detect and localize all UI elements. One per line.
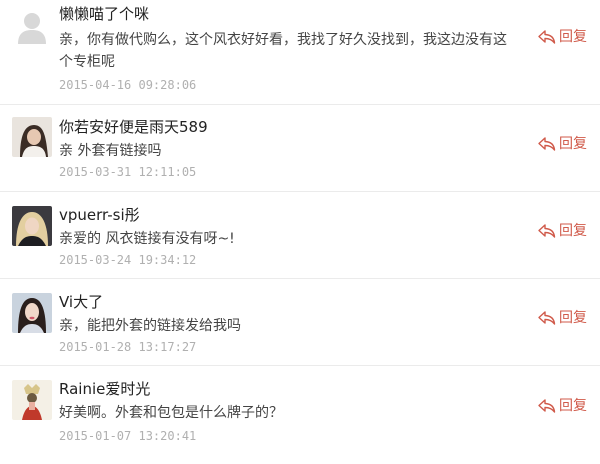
comment-item: vpuerr-si彤 亲爱的 风衣链接有没有呀~! 2015-03-24 19:…	[0, 192, 600, 279]
comment-time: 2015-03-24 19:34:12	[59, 253, 197, 267]
comment-username[interactable]: Vi大了	[59, 292, 103, 312]
comment-item: 你若安好便是雨天589 亲 外套有链接吗 2015-03-31 12:11:05…	[0, 105, 600, 192]
comment-list: 懒懒喵了个咪 亲，你有做代购么，这个风衣好好看，我找了好久没找到，我这边没有这个…	[0, 0, 600, 464]
avatar[interactable]	[12, 117, 52, 157]
reply-button[interactable]: 回复	[538, 309, 587, 327]
reply-arrow-icon	[538, 223, 556, 239]
avatar[interactable]	[12, 380, 52, 420]
comment-item: Vi大了 亲，能把外套的链接发给我吗 2015-01-28 13:17:27 回…	[0, 279, 600, 366]
comment-text: 亲，你有做代购么，这个风衣好好看，我找了好久没找到，我这边没有这个专柜呢	[59, 32, 507, 70]
reply-arrow-icon	[538, 136, 556, 152]
reply-label: 回复	[559, 223, 587, 239]
comment-item: Rainie爱时光 好美啊。外套和包包是什么牌子的？ 2015-01-07 13…	[0, 366, 600, 464]
reply-arrow-icon	[538, 310, 556, 326]
comment-text: 亲爱的 风衣链接有没有呀~!	[59, 231, 235, 247]
reply-button[interactable]: 回复	[538, 222, 587, 240]
reply-label: 回复	[559, 310, 587, 326]
reply-arrow-icon	[538, 29, 556, 45]
reply-button[interactable]: 回复	[538, 135, 587, 153]
comment-time: 2015-03-31 12:11:05	[59, 165, 197, 179]
comment-username[interactable]: 懒懒喵了个咪	[59, 4, 149, 24]
reply-button[interactable]: 回复	[538, 28, 587, 46]
comment-username[interactable]: Rainie爱时光	[59, 379, 150, 399]
reply-button[interactable]: 回复	[538, 397, 587, 415]
comment-time: 2015-01-07 13:20:41	[59, 429, 197, 443]
reply-label: 回复	[559, 29, 587, 45]
avatar[interactable]	[12, 293, 52, 333]
avatar[interactable]	[12, 206, 52, 246]
comment-text: 好美啊。外套和包包是什么牌子的？	[59, 405, 283, 421]
comment-item: 懒懒喵了个咪 亲，你有做代购么，这个风衣好好看，我找了好久没找到，我这边没有这个…	[0, 0, 600, 105]
comment-text: 亲，能把外套的链接发给我吗	[59, 318, 241, 334]
reply-label: 回复	[559, 136, 587, 152]
comment-time: 2015-01-28 13:17:27	[59, 340, 197, 354]
reply-arrow-icon	[538, 398, 556, 414]
comment-time: 2015-04-16 09:28:06	[59, 78, 197, 92]
comment-text: 亲 外套有链接吗	[59, 143, 162, 159]
comment-username[interactable]: vpuerr-si彤	[59, 205, 140, 225]
reply-label: 回复	[559, 398, 587, 414]
default-avatar-icon[interactable]	[12, 6, 52, 46]
comment-username[interactable]: 你若安好便是雨天589	[59, 117, 208, 137]
